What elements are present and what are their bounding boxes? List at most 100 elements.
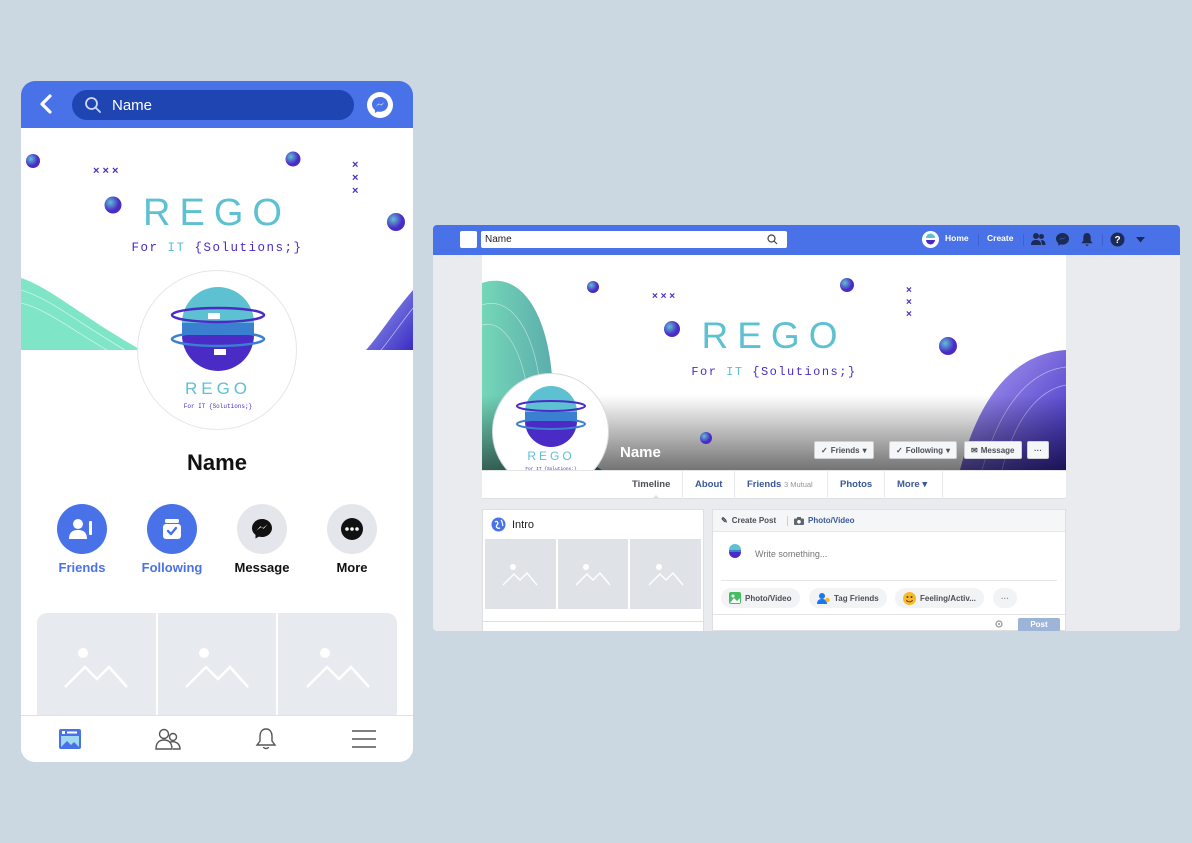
profile-icon — [59, 729, 81, 749]
profile-name: Name — [620, 444, 661, 461]
svg-text:×: × — [906, 285, 912, 296]
svg-text:×: × — [352, 172, 358, 184]
search-box[interactable] — [72, 90, 354, 120]
photo-placeholder[interactable] — [278, 613, 397, 723]
globe-icon — [491, 517, 506, 532]
friends-action[interactable]: Friends — [47, 504, 117, 575]
camera-icon — [794, 516, 804, 525]
composer-header: ✎ Create Post Photo/Video — [713, 510, 1065, 532]
photo-icon — [729, 592, 741, 604]
photo-placeholder[interactable] — [158, 613, 279, 723]
friends-button-label: Friends — [830, 445, 860, 455]
brand-title: REGO — [143, 192, 291, 234]
bell-icon — [255, 728, 277, 750]
nav-home[interactable]: Home — [945, 233, 969, 243]
tab-more[interactable]: More ▾ — [897, 471, 927, 499]
tab-divider — [884, 471, 885, 499]
friend-requests-icon[interactable] — [1030, 232, 1046, 246]
search-box[interactable] — [481, 231, 787, 248]
site-logo[interactable] — [460, 231, 477, 248]
photo-placeholder[interactable] — [557, 539, 629, 609]
tab-photos[interactable]: Photos — [840, 471, 872, 499]
photo-video-tab[interactable]: Photo/Video — [794, 516, 855, 525]
image-placeholder-icon — [305, 648, 370, 688]
more-action[interactable]: More — [317, 504, 387, 575]
message-action[interactable]: Message — [227, 504, 297, 575]
nav-create[interactable]: Create — [987, 233, 1013, 243]
friends-button[interactable]: ✓ Friends ▾ — [814, 441, 874, 459]
post-input[interactable] — [755, 547, 1045, 561]
nav-divider — [1023, 234, 1024, 246]
search-input[interactable] — [112, 95, 342, 115]
tag-friends-label: Tag Friends — [834, 593, 879, 603]
search-icon — [85, 97, 101, 113]
avatar[interactable] — [922, 231, 939, 248]
tab-profile[interactable] — [21, 716, 119, 762]
image-placeholder-icon — [64, 648, 129, 688]
photo-placeholder[interactable] — [630, 539, 702, 609]
tab-friends[interactable]: Friends 3 Mutual — [747, 471, 813, 499]
help-icon[interactable]: ? — [1110, 232, 1125, 247]
photo-video-button[interactable]: Photo/Video — [721, 588, 800, 608]
logo-title: REGO — [185, 379, 251, 398]
tab-more-label: More — [897, 479, 920, 490]
friends-label: Friends — [58, 560, 106, 575]
friends-icon — [155, 728, 181, 750]
feeling-label: Feeling/Activ... — [920, 593, 976, 603]
account-menu-icon[interactable] — [1136, 237, 1145, 243]
create-post-tab[interactable]: ✎ Create Post — [721, 516, 776, 525]
mobile-top-bar — [21, 81, 413, 128]
profile-tabs: Timeline About Friends 3 Mutual Photos M… — [482, 470, 1066, 499]
friends-icon — [57, 504, 107, 554]
messenger-icon[interactable] — [1055, 232, 1070, 247]
message-label: Message — [234, 560, 290, 575]
bottom-tab-bar — [21, 715, 413, 762]
brand-subtitle: For IT {Solutions;} — [131, 241, 302, 255]
tab-notifications[interactable] — [217, 716, 315, 762]
following-button[interactable]: ✓ Following ▾ — [889, 441, 958, 459]
image-placeholder-icon — [648, 564, 684, 586]
intro-header: Intro — [491, 517, 534, 532]
more-options-button[interactable]: ··· — [1027, 441, 1049, 459]
secondary-card — [482, 621, 704, 631]
search-icon — [767, 234, 778, 245]
composer-more-label: ··· — [1001, 593, 1009, 603]
messenger-icon[interactable] — [367, 92, 393, 118]
menu-icon — [352, 730, 376, 748]
tab-menu[interactable] — [315, 716, 413, 762]
message-button[interactable]: ✉ Message — [964, 441, 1022, 459]
composer-more-button[interactable]: ··· — [993, 588, 1017, 608]
image-placeholder-icon — [185, 648, 249, 688]
tab-divider — [827, 471, 828, 499]
following-icon — [147, 504, 197, 554]
tag-friends-button[interactable]: Tag Friends — [809, 588, 887, 608]
following-action[interactable]: Following — [137, 504, 207, 575]
more-options-label: ··· — [1034, 445, 1042, 455]
profile-picture[interactable]: REGO For IT {Solutions;} — [137, 270, 297, 430]
photo-placeholder[interactable] — [37, 613, 158, 723]
intro-photos — [485, 539, 702, 609]
svg-text:×: × — [906, 297, 912, 308]
post-button[interactable]: Post — [1018, 618, 1060, 631]
chevron-left-icon[interactable] — [37, 93, 55, 115]
brand-title: REGO — [702, 315, 847, 356]
svg-text:×: × — [352, 159, 358, 171]
settings-icon[interactable] — [995, 620, 1003, 628]
post-composer: ✎Create Post Photo/Video Photo/Video Tag… — [712, 509, 1066, 631]
following-label: Following — [141, 560, 203, 575]
tab-friends[interactable] — [119, 716, 217, 762]
search-input[interactable] — [485, 233, 755, 246]
tab-about[interactable]: About — [695, 471, 722, 499]
intro-card: Intro — [482, 509, 704, 631]
tag-friends-icon — [817, 593, 830, 604]
feeling-button[interactable]: Feeling/Activ... — [895, 588, 984, 608]
photo-video-label: Photo/Video — [745, 593, 792, 603]
bell-icon[interactable] — [1080, 232, 1094, 247]
caret-down-icon: ▾ — [862, 445, 867, 455]
more-label: More — [336, 560, 368, 575]
svg-text:×: × — [906, 309, 912, 320]
mobile-profile-screen: × × × × × × REGO For IT {Solutions;} REG… — [21, 81, 413, 762]
svg-text:× × ×: × × × — [652, 291, 675, 302]
photo-placeholder[interactable] — [485, 539, 556, 609]
messenger-icon — [237, 504, 287, 554]
